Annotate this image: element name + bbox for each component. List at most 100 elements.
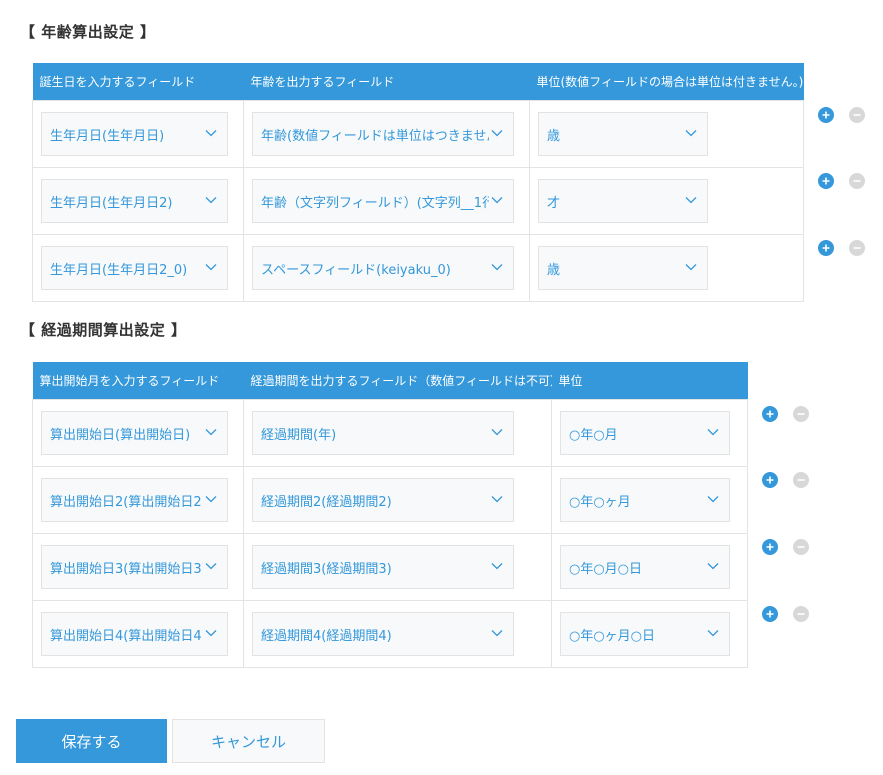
chevron-down-icon (491, 264, 503, 271)
chevron-down-icon (707, 496, 719, 503)
header-period-output-field: 経過期間を出力するフィールド（数値フィールドは不可） (243, 362, 552, 400)
chevron-down-icon (491, 563, 503, 570)
select-value: ○年○ヶ月○日 (569, 628, 656, 644)
chevron-down-icon (205, 429, 217, 436)
chevron-down-icon (491, 130, 503, 137)
plus-icon (822, 177, 830, 185)
select-value: スペースフィールド(keiyaku_0) (261, 262, 451, 278)
header-start-field: 算出開始月を入力するフィールド (32, 362, 244, 400)
add-row-button[interactable] (762, 606, 778, 622)
minus-icon (797, 413, 805, 415)
select-value: 経過期間2(経過期間2) (261, 494, 392, 510)
elapsed-row-1-controls (762, 406, 809, 422)
period-output-field-select[interactable]: 経過期間(年) (252, 411, 514, 455)
period-output-field-select[interactable]: 経過期間4(経過期間4) (252, 612, 514, 656)
settings-page: 【 年齢算出設定 】 誕生日を入力するフィールド 年齢を出力するフィールド 単位… (0, 0, 883, 775)
age-settings-table: 誕生日を入力するフィールド 年齢を出力するフィールド 単位(数値フィールドの場合… (32, 63, 804, 302)
select-value: 歳 (547, 128, 561, 144)
remove-row-button[interactable] (793, 472, 809, 488)
age-row-3-controls (818, 240, 865, 256)
age-unit-select[interactable]: 歳 (538, 246, 708, 290)
select-value: ○年○月 (569, 427, 618, 443)
chevron-down-icon (205, 264, 217, 271)
chevron-down-icon (491, 630, 503, 637)
age-row-2-controls (818, 173, 865, 189)
select-value: 年齢（文字列フィールド）(文字列__1行_) (261, 195, 489, 211)
age-output-field-select[interactable]: 年齢(数値フィールドは単位はつきません)（年 (252, 112, 514, 156)
plus-icon (822, 111, 830, 119)
chevron-down-icon (491, 496, 503, 503)
start-field-select[interactable]: 算出開始日3(算出開始日3) (41, 545, 228, 589)
age-row-1-controls (818, 107, 865, 123)
select-value: 才 (547, 195, 561, 211)
select-value: 算出開始日4(算出開始日4) (50, 628, 203, 644)
chevron-down-icon (685, 197, 697, 204)
period-output-field-select[interactable]: 経過期間2(経過期間2) (252, 478, 514, 522)
select-value: 算出開始日3(算出開始日3) (50, 561, 203, 577)
header-age-output-field: 年齢を出力するフィールド (243, 63, 530, 101)
chevron-down-icon (205, 130, 217, 137)
elapsed-row-2-controls (762, 472, 809, 488)
remove-row-button[interactable] (793, 606, 809, 622)
remove-row-button[interactable] (793, 539, 809, 555)
table-row: 算出開始日2(算出開始日2) 経過期間2(経過期間2) ○年○ヶ月 (32, 466, 748, 534)
elapsed-section-title: 【 経過期間算出設定 】 (20, 321, 187, 339)
period-unit-select[interactable]: ○年○ヶ月○日 (560, 612, 730, 656)
select-value: 算出開始日2(算出開始日2) (50, 494, 203, 510)
header-age-unit: 単位(数値フィールドの場合は単位は付きません。) (529, 63, 804, 101)
table-row: 生年月日(生年月日) 年齢(数値フィールドは単位はつきません)（年 歳 (32, 100, 804, 168)
select-value: ○年○月○日 (569, 561, 643, 577)
chevron-down-icon (707, 630, 719, 637)
select-value: 生年月日(生年月日) (50, 128, 165, 144)
select-value: 歳 (547, 262, 561, 278)
period-output-field-select[interactable]: 経過期間3(経過期間3) (252, 545, 514, 589)
minus-icon (853, 180, 861, 182)
plus-icon (766, 476, 774, 484)
age-unit-select[interactable]: 才 (538, 179, 708, 223)
period-unit-select[interactable]: ○年○ヶ月 (560, 478, 730, 522)
add-row-button[interactable] (818, 240, 834, 256)
remove-row-button[interactable] (793, 406, 809, 422)
select-value: 年齢(数値フィールドは単位はつきません)（年 (261, 128, 489, 144)
add-row-button[interactable] (818, 107, 834, 123)
header-birthdate-field: 誕生日を入力するフィールド (32, 63, 244, 101)
add-row-button[interactable] (762, 406, 778, 422)
elapsed-row-4-controls (762, 606, 809, 622)
save-button[interactable]: 保存する (16, 719, 167, 763)
period-unit-select[interactable]: ○年○月○日 (560, 545, 730, 589)
period-unit-select[interactable]: ○年○月 (560, 411, 730, 455)
select-value: 生年月日(生年月日2) (50, 195, 173, 211)
remove-row-button[interactable] (849, 240, 865, 256)
table-row: 算出開始日4(算出開始日4) 経過期間4(経過期間4) ○年○ヶ月○日 (32, 600, 748, 668)
chevron-down-icon (205, 496, 217, 503)
chevron-down-icon (685, 264, 697, 271)
select-value: 生年月日(生年月日2_0) (50, 262, 188, 278)
start-field-select[interactable]: 算出開始日2(算出開始日2) (41, 478, 228, 522)
add-row-button[interactable] (762, 539, 778, 555)
age-output-field-select[interactable]: 年齢（文字列フィールド）(文字列__1行_) (252, 179, 514, 223)
select-value: 経過期間4(経過期間4) (261, 628, 392, 644)
elapsed-table-header: 算出開始月を入力するフィールド 経過期間を出力するフィールド（数値フィールドは不… (32, 362, 748, 400)
age-output-field-select[interactable]: スペースフィールド(keiyaku_0) (252, 246, 514, 290)
add-row-button[interactable] (762, 472, 778, 488)
table-row: 生年月日(生年月日2_0) スペースフィールド(keiyaku_0) 歳 (32, 234, 804, 302)
select-value: ○年○ヶ月 (569, 494, 631, 510)
birthdate-field-select[interactable]: 生年月日(生年月日) (41, 112, 228, 156)
birthdate-field-select[interactable]: 生年月日(生年月日2) (41, 179, 228, 223)
start-field-select[interactable]: 算出開始日4(算出開始日4) (41, 612, 228, 656)
minus-icon (797, 613, 805, 615)
cancel-button[interactable]: キャンセル (172, 719, 325, 763)
elapsed-settings-table: 算出開始月を入力するフィールド 経過期間を出力するフィールド（数値フィールドは不… (32, 362, 748, 668)
select-value: 経過期間3(経過期間3) (261, 561, 392, 577)
header-period-unit: 単位 (551, 362, 748, 400)
age-unit-select[interactable]: 歳 (538, 112, 708, 156)
add-row-button[interactable] (818, 173, 834, 189)
remove-row-button[interactable] (849, 107, 865, 123)
plus-icon (766, 610, 774, 618)
table-row: 算出開始日3(算出開始日3) 経過期間3(経過期間3) ○年○月○日 (32, 533, 748, 601)
birthdate-field-select[interactable]: 生年月日(生年月日2_0) (41, 246, 228, 290)
select-value: 経過期間(年) (261, 427, 337, 443)
plus-icon (766, 410, 774, 418)
remove-row-button[interactable] (849, 173, 865, 189)
start-field-select[interactable]: 算出開始日(算出開始日) (41, 411, 228, 455)
